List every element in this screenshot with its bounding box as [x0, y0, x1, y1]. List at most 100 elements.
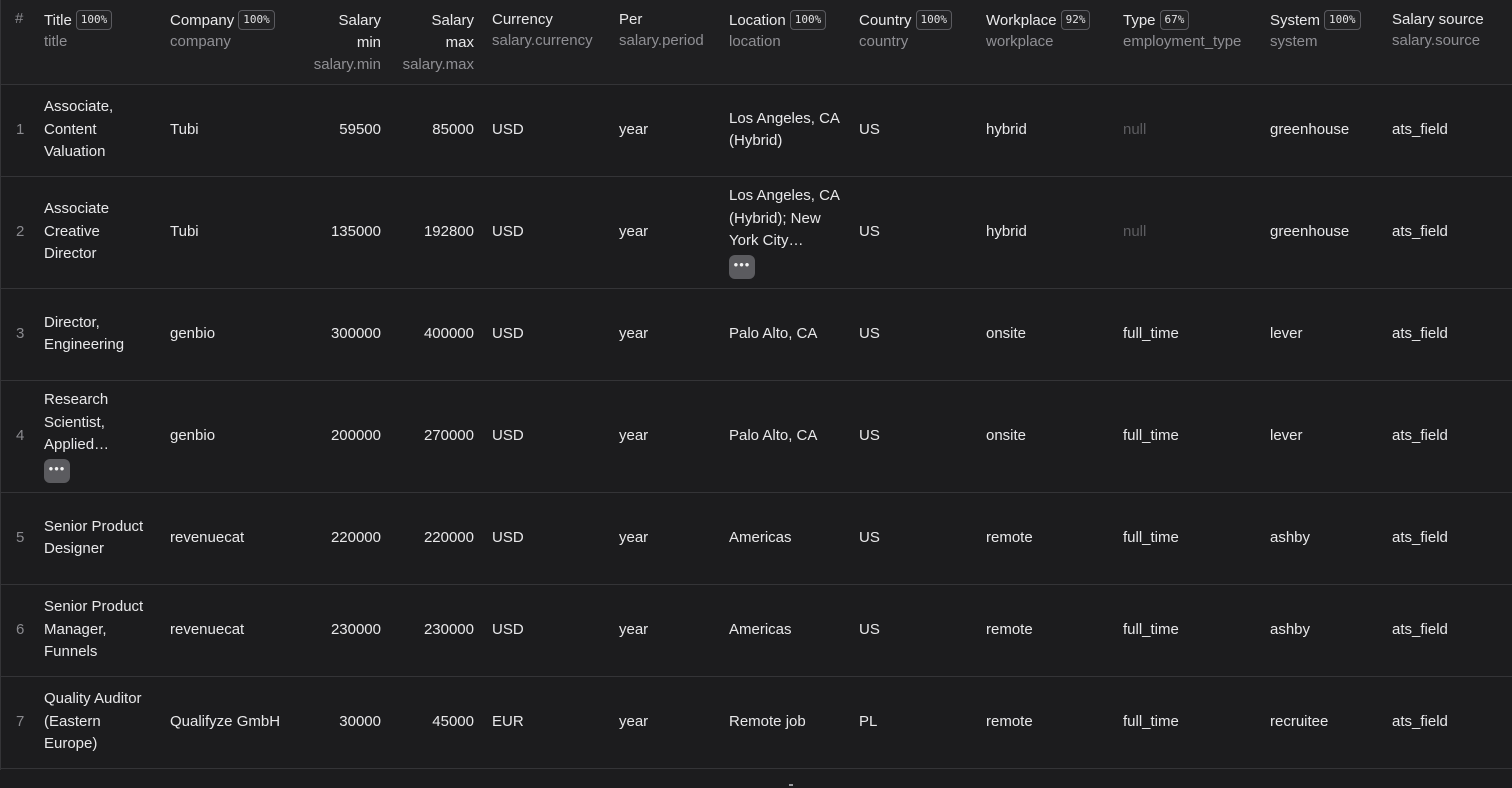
cell-period[interactable]: year: [610, 584, 720, 677]
cell-title[interactable]: Senior Product Designer: [35, 492, 161, 585]
cell-company[interactable]: genbio: [161, 380, 298, 493]
column-header-country[interactable]: Country 100% country: [850, 0, 977, 85]
cell-type[interactable]: full_time: [1114, 380, 1261, 493]
cell-period[interactable]: year: [610, 492, 720, 585]
cell-salary-source[interactable]: ats_field: [1383, 584, 1512, 677]
column-header-type[interactable]: Type 67% employment_type: [1114, 0, 1261, 85]
cell-location[interactable]: Remote job: [720, 676, 850, 769]
cell-type[interactable]: full_time: [1114, 492, 1261, 585]
cell-period[interactable]: year: [610, 288, 720, 381]
cell-salary-max[interactable]: 85000: [390, 84, 483, 177]
cell-type[interactable]: full_time: [1114, 584, 1261, 677]
cell-company[interactable]: Tubi: [161, 84, 298, 177]
cell-salary-source[interactable]: ats_field: [1383, 492, 1512, 585]
table-row[interactable]: 1 Associate, Content Valuation Tubi 5950…: [0, 84, 1512, 177]
cell-company[interactable]: revenuecat: [161, 584, 298, 677]
cell-salary-max[interactable]: 45000: [390, 676, 483, 769]
column-header-company[interactable]: Company 100% company: [161, 0, 298, 85]
cell-system[interactable]: ashby: [1261, 584, 1383, 677]
cell-salary-min[interactable]: 220000: [298, 492, 390, 585]
cell-salary-min[interactable]: 230000: [298, 584, 390, 677]
cell-workplace[interactable]: remote: [977, 492, 1114, 585]
cell-title[interactable]: Quality Auditor (Eastern Europe): [35, 676, 161, 769]
column-header-salary-min[interactable]: Salary min salary.min: [298, 0, 390, 85]
cell-currency[interactable]: USD: [483, 84, 610, 177]
cell-period[interactable]: year: [610, 176, 720, 289]
cell-country[interactable]: US: [850, 176, 977, 289]
cell-location[interactable]: Palo Alto, CA: [720, 288, 850, 381]
cell-type[interactable]: null: [1114, 84, 1261, 177]
cell-salary-max[interactable]: 220000: [390, 492, 483, 585]
cell-salary-max[interactable]: 230000: [390, 584, 483, 677]
cell-location[interactable]: Los Angeles, CA (Hybrid): [720, 84, 850, 177]
cell-salary-max[interactable]: 270000: [390, 380, 483, 493]
cell-workplace[interactable]: onsite: [977, 380, 1114, 493]
cell-currency[interactable]: USD: [483, 492, 610, 585]
cell-salary-source[interactable]: ats_field: [1383, 84, 1512, 177]
table-row[interactable]: 7 Quality Auditor (Eastern Europe) Quali…: [0, 676, 1512, 769]
column-header-title[interactable]: Title 100% title: [35, 0, 161, 85]
column-header-salary-source[interactable]: Salary source salary.source: [1383, 0, 1512, 85]
cell-salary-max[interactable]: 192800: [390, 176, 483, 289]
cell-salary-source[interactable]: ats_field: [1383, 380, 1512, 493]
cell-workplace[interactable]: hybrid: [977, 84, 1114, 177]
cell-salary-min[interactable]: 200000: [298, 380, 390, 493]
cell-currency[interactable]: EUR: [483, 676, 610, 769]
table-row[interactable]: 6 Senior Product Manager, Funnels revenu…: [0, 584, 1512, 677]
cell-workplace[interactable]: hybrid: [977, 176, 1114, 289]
cell-system[interactable]: recruitee: [1261, 676, 1383, 769]
cell-company[interactable]: Qualifyze GmbH: [161, 676, 298, 769]
cell-system[interactable]: greenhouse: [1261, 84, 1383, 177]
cell-currency[interactable]: USD: [483, 288, 610, 381]
cell-salary-min[interactable]: 59500: [298, 84, 390, 177]
column-header-system[interactable]: System 100% system: [1261, 0, 1383, 85]
column-header-salary-max[interactable]: Salary max salary.max: [390, 0, 483, 85]
cell-system[interactable]: lever: [1261, 288, 1383, 381]
cell-country[interactable]: US: [850, 380, 977, 493]
table-row[interactable]: 3 Director, Engineering genbio 300000 40…: [0, 288, 1512, 381]
cell-currency[interactable]: USD: [483, 380, 610, 493]
cell-system[interactable]: greenhouse: [1261, 176, 1383, 289]
cell-country[interactable]: US: [850, 288, 977, 381]
cell-company[interactable]: genbio: [161, 288, 298, 381]
column-header-period[interactable]: Per salary.period: [610, 0, 720, 85]
cell-company[interactable]: Tubi: [161, 176, 298, 289]
cell-salary-max[interactable]: 400000: [390, 288, 483, 381]
cell-country[interactable]: US: [850, 584, 977, 677]
cell-country[interactable]: US: [850, 84, 977, 177]
cell-period[interactable]: year: [610, 676, 720, 769]
cell-type[interactable]: null: [1114, 176, 1261, 289]
cell-period[interactable]: year: [610, 84, 720, 177]
cell-location[interactable]: Americas: [720, 492, 850, 585]
cell-salary-source[interactable]: ats_field: [1383, 288, 1512, 381]
cell-system[interactable]: ashby: [1261, 492, 1383, 585]
cell-workplace[interactable]: remote: [977, 584, 1114, 677]
cell-title[interactable]: Senior Product Manager, Funnels: [35, 584, 161, 677]
cell-workplace[interactable]: remote: [977, 676, 1114, 769]
cell-title[interactable]: Associate, Content Valuation: [35, 84, 161, 177]
cell-period[interactable]: year: [610, 380, 720, 493]
cell-salary-min[interactable]: 30000: [298, 676, 390, 769]
cell-system[interactable]: lever: [1261, 380, 1383, 493]
table-row[interactable]: 4 Research Scientist, Applied… ••• genbi…: [0, 380, 1512, 493]
cell-salary-source[interactable]: ats_field: [1383, 676, 1512, 769]
cell-title[interactable]: Director, Engineering: [35, 288, 161, 381]
cell-country[interactable]: US: [850, 492, 977, 585]
cell-country[interactable]: PL: [850, 676, 977, 769]
cell-location[interactable]: Los Angeles, CA (Hybrid); New York City……: [720, 176, 850, 289]
cell-currency[interactable]: USD: [483, 584, 610, 677]
cell-title[interactable]: Research Scientist, Applied… •••: [35, 380, 161, 493]
column-header-currency[interactable]: Currency salary.currency: [483, 0, 610, 85]
table-row[interactable]: 5 Senior Product Designer revenuecat 220…: [0, 492, 1512, 585]
cell-salary-min[interactable]: 300000: [298, 288, 390, 381]
cell-location[interactable]: Palo Alto, CA: [720, 380, 850, 493]
cell-title[interactable]: Associate Creative Director: [35, 176, 161, 289]
cell-location[interactable]: Americas: [720, 584, 850, 677]
cell-type[interactable]: full_time: [1114, 676, 1261, 769]
cell-currency[interactable]: USD: [483, 176, 610, 289]
column-header-workplace[interactable]: Workplace 92% workplace: [977, 0, 1114, 85]
cell-salary-min[interactable]: 135000: [298, 176, 390, 289]
column-header-location[interactable]: Location 100% location: [720, 0, 850, 85]
column-header-index[interactable]: #: [0, 0, 35, 85]
cell-company[interactable]: revenuecat: [161, 492, 298, 585]
